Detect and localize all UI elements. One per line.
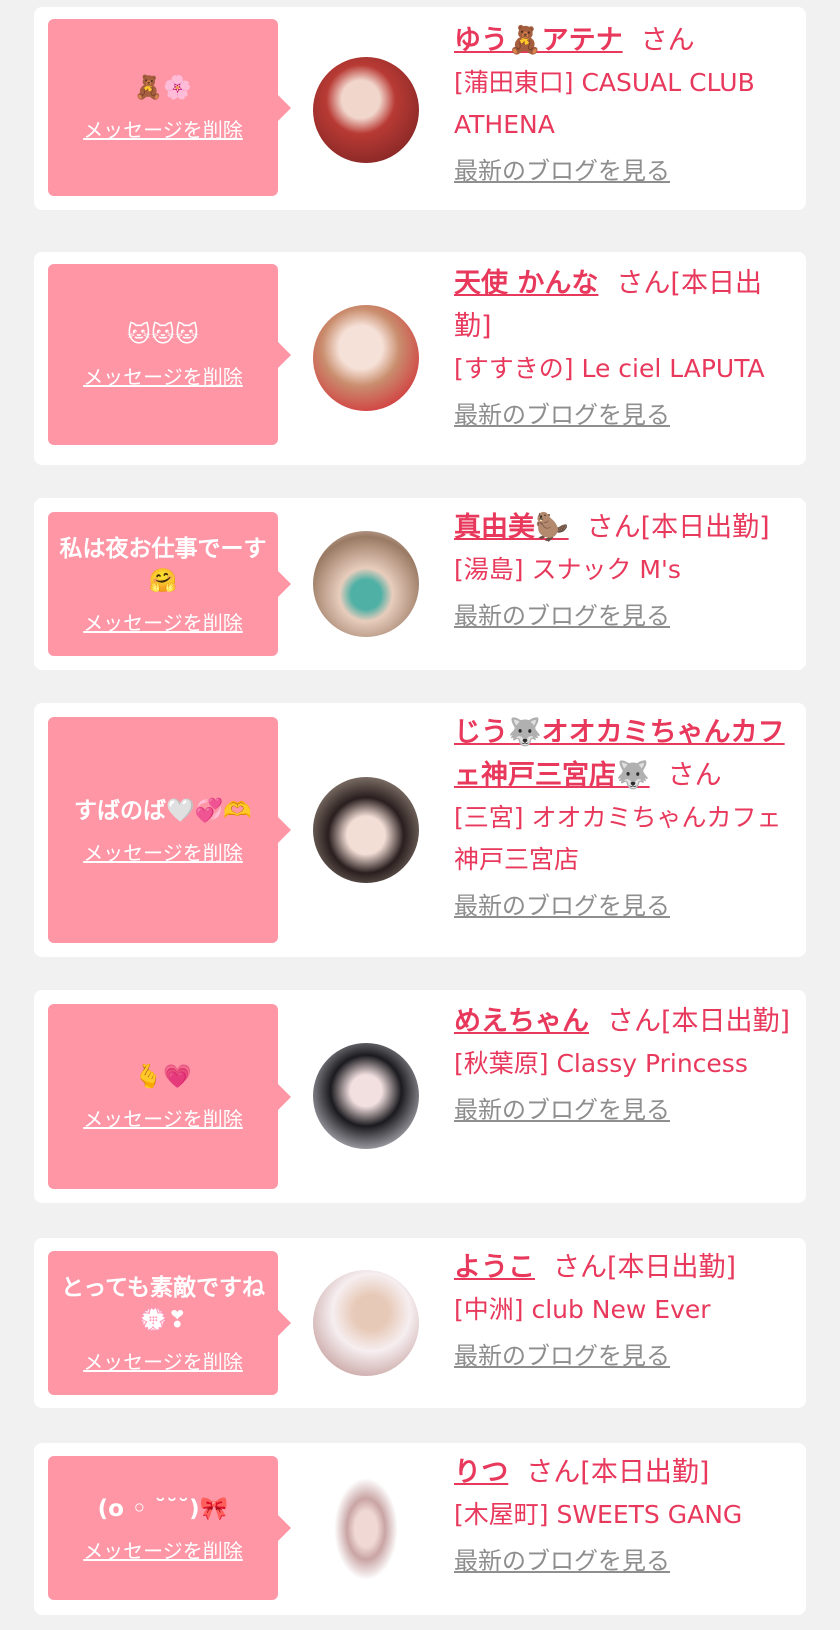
message-bubble: 🫰💗 メッセージを削除	[48, 1004, 291, 1189]
san-suffix: さん	[640, 25, 695, 56]
delete-message-button[interactable]: メッセージを削除	[83, 607, 243, 636]
list-item: 🫰💗 メッセージを削除 めえちゃん さん[本日出勤] [秋葉原] Classy P…	[34, 990, 806, 1203]
message-bubble: とっても素敵ですね💮❣ メッセージを削除	[48, 1251, 291, 1395]
status-badge: [本日出勤]	[661, 1006, 791, 1037]
list-item: 🧸🌸 メッセージを削除 ゆう🧸アテナ さん [蒲田東口] CASUAL CLUB …	[34, 7, 806, 210]
latest-blog-link[interactable]: 最新のブログを見る	[454, 154, 670, 188]
message-bubble: (o ◦ ˘˘˘)🎀 メッセージを削除	[48, 1456, 291, 1600]
cast-name-link[interactable]: じう🐺オオカミちゃんカフェ神戸三宮店🐺	[454, 717, 785, 791]
avatar[interactable]	[313, 531, 419, 637]
avatar[interactable]	[313, 777, 419, 883]
latest-blog-link[interactable]: 最新のブログを見る	[454, 889, 670, 923]
avatar[interactable]	[313, 305, 419, 411]
latest-blog-link[interactable]: 最新のブログを見る	[454, 1544, 670, 1578]
latest-blog-link[interactable]: 最新のブログを見る	[454, 1093, 670, 1127]
favorite-list: 🧸🌸 メッセージを削除 ゆう🧸アテナ さん [蒲田東口] CASUAL CLUB …	[0, 0, 840, 1630]
status-badge: [本日出勤]	[640, 512, 770, 543]
cast-name-link[interactable]: りつ	[454, 1457, 508, 1488]
san-suffix: さん	[526, 1457, 581, 1488]
message-bubble: 🧸🌸 メッセージを削除	[48, 19, 291, 196]
avatar[interactable]	[313, 1043, 419, 1149]
shop-name: [木屋町] SWEETS GANG	[454, 1500, 743, 1529]
avatar[interactable]	[313, 1270, 419, 1376]
san-suffix: さん	[586, 512, 641, 543]
shop-name: [すすきの] Le ciel LAPUTA	[454, 354, 765, 383]
delete-message-button[interactable]: メッセージを削除	[83, 1103, 243, 1132]
cast-name-link[interactable]: 真由美🦫	[454, 512, 569, 543]
cast-name-link[interactable]: ゆう🧸アテナ	[454, 25, 623, 56]
message-bubble: 私は夜お仕事でーす🤗 メッセージを削除	[48, 512, 291, 656]
shop-name: [秋葉原] Classy Princess	[454, 1049, 748, 1078]
avatar[interactable]	[313, 1476, 419, 1582]
list-item: 私は夜お仕事でーす🤗 メッセージを削除 真由美🦫 さん[本日出勤] [湯島] スナ…	[34, 498, 806, 670]
san-suffix: さん	[616, 268, 671, 299]
message-bubble: 🐱🐱🐱 メッセージを削除	[48, 264, 291, 445]
cast-name-link[interactable]: ようこ	[454, 1252, 535, 1283]
shop-name: [中洲] club New Ever	[454, 1295, 711, 1324]
message-text: 🐱🐱🐱	[127, 322, 199, 348]
shop-name: [三宮] オオカミちゃんカフェ神戸三宮店	[454, 803, 782, 874]
delete-message-button[interactable]: メッセージを削除	[83, 1346, 243, 1375]
message-text: すばのば🤍💞🫶	[74, 797, 252, 824]
message-text: (o ◦ ˘˘˘)🎀	[97, 1495, 229, 1522]
latest-blog-link[interactable]: 最新のブログを見る	[454, 599, 670, 633]
latest-blog-link[interactable]: 最新のブログを見る	[454, 1339, 670, 1373]
list-item: とっても素敵ですね💮❣ メッセージを削除 ようこ さん[本日出勤] [中洲] cl…	[34, 1238, 806, 1408]
list-item: (o ◦ ˘˘˘)🎀 メッセージを削除 りつ さん[本日出勤] [木屋町] SWE…	[34, 1443, 806, 1615]
delete-message-button[interactable]: メッセージを削除	[83, 361, 243, 390]
message-bubble: すばのば🤍💞🫶 メッセージを削除	[48, 717, 291, 943]
message-text: とっても素敵ですね💮❣	[60, 1274, 265, 1333]
san-suffix: さん	[553, 1252, 607, 1283]
status-badge: [本日出勤]	[607, 1252, 737, 1283]
delete-message-button[interactable]: メッセージを削除	[83, 1535, 243, 1564]
shop-name: [蒲田東口] CASUAL CLUB ATHENA	[454, 68, 755, 139]
shop-name: [湯島] スナック M's	[454, 555, 681, 584]
avatar[interactable]	[313, 57, 419, 163]
cast-name-link[interactable]: めえちゃん	[454, 1006, 589, 1037]
status-badge: [本日出勤]	[580, 1457, 710, 1488]
san-suffix: さん	[667, 760, 722, 791]
message-text: 私は夜お仕事でーす🤗	[59, 535, 267, 594]
message-text: 🧸🌸	[134, 75, 192, 101]
message-text: 🫰💗	[134, 1064, 192, 1090]
list-item: 🐱🐱🐱 メッセージを削除 天使 かんな さん[本日出勤] [すすきの] Le ci…	[34, 252, 806, 465]
list-item: すばのば🤍💞🫶 メッセージを削除 じう🐺オオカミちゃんカフェ神戸三宮店🐺 さん […	[34, 703, 806, 957]
delete-message-button[interactable]: メッセージを削除	[83, 837, 243, 866]
delete-message-button[interactable]: メッセージを削除	[83, 114, 243, 143]
latest-blog-link[interactable]: 最新のブログを見る	[454, 398, 670, 432]
cast-name-link[interactable]: 天使 かんな	[454, 268, 598, 299]
san-suffix: さん	[607, 1006, 661, 1037]
